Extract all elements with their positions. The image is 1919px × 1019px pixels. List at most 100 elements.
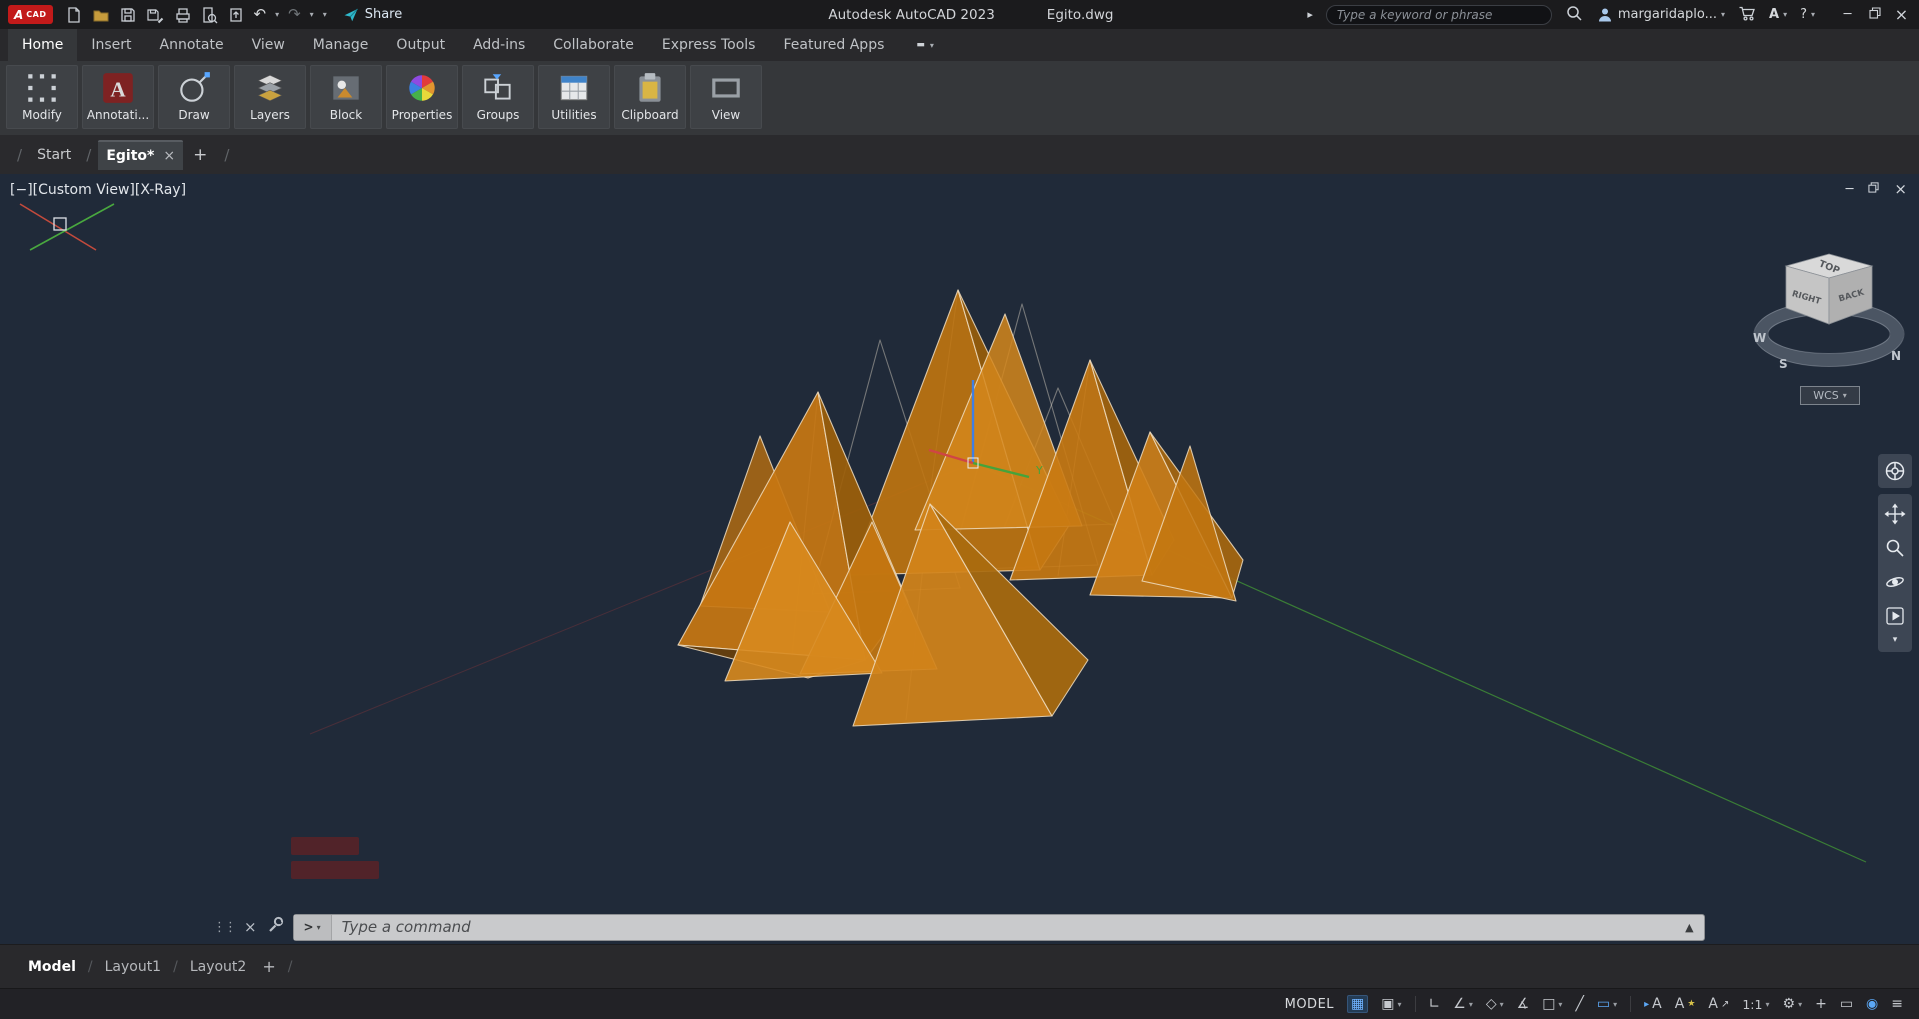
compass-west[interactable]: W <box>1753 331 1766 345</box>
tab-featured-apps[interactable]: Featured Apps <box>769 29 898 61</box>
layout-tab-layout2[interactable]: Layout2 <box>190 959 247 975</box>
panel-annotation[interactable]: A Annotati... <box>82 65 154 129</box>
polar-tracking-toggle[interactable]: ∠▾ <box>1453 996 1473 1012</box>
new-layout-button[interactable]: + <box>262 957 275 976</box>
orbit-button[interactable] <box>1878 565 1912 599</box>
navigation-wheel-button[interactable] <box>1878 454 1912 488</box>
annotation-visibility-toggle[interactable]: ▸A <box>1644 996 1662 1012</box>
user-account-menu[interactable]: margaridaplo... ▾ <box>1596 6 1725 24</box>
showmotion-button[interactable] <box>1878 599 1912 633</box>
search-button[interactable] <box>1565 4 1583 26</box>
publish-button[interactable] <box>227 6 245 24</box>
minimize-button[interactable]: ─ <box>1834 7 1861 22</box>
tab-annotate[interactable]: Annotate <box>146 29 238 61</box>
annotation-scale-button[interactable]: 1:1▾ <box>1742 997 1769 1012</box>
tab-manage[interactable]: Manage <box>299 29 383 61</box>
open-button[interactable] <box>92 6 110 24</box>
panel-layers[interactable]: Layers <box>234 65 306 129</box>
tab-view[interactable]: View <box>238 29 299 61</box>
object-snap-toggle[interactable]: □▾ <box>1542 996 1562 1012</box>
help-menu[interactable]: ? ▾ <box>1800 7 1815 22</box>
layout-tab-layout1[interactable]: Layout1 <box>105 959 162 975</box>
wcs-dropdown[interactable]: WCS ▾ <box>1800 386 1860 405</box>
visual-style-control-menu[interactable]: [X-Ray] <box>135 182 186 198</box>
model-viewport[interactable]: Y W S N TOP RIGHT BACK [−] [Custom View] <box>0 174 1919 944</box>
selection-cycling-toggle[interactable]: ▭▾ <box>1597 996 1617 1012</box>
search-box[interactable] <box>1326 5 1552 25</box>
annotation-autoscale-toggle[interactable]: A★ <box>1675 996 1696 1012</box>
share-button[interactable]: Share <box>343 7 403 23</box>
layout-tab-model[interactable]: Model <box>28 959 76 975</box>
customization-menu-button[interactable]: ≡ <box>1891 996 1903 1012</box>
tab-collaborate[interactable]: Collaborate <box>539 29 648 61</box>
isolate-icon: ▭ <box>1840 996 1853 1012</box>
command-prompt-button[interactable]: > ▾ <box>294 915 332 940</box>
viewport-control-menu[interactable]: [−] <box>10 182 33 198</box>
compass-north[interactable]: N <box>1891 349 1901 363</box>
plot-button[interactable] <box>173 6 191 24</box>
viewport-minimize-icon[interactable]: ─ <box>1846 182 1854 197</box>
qat-customize-caret[interactable]: ▾ <box>323 10 327 19</box>
command-dock-grip[interactable]: ⋮⋮ <box>213 920 235 935</box>
ribbon-display-toggle[interactable]: ▬ ▾ <box>916 29 934 61</box>
tab-insert[interactable]: Insert <box>77 29 145 61</box>
zoom-button[interactable] <box>1878 531 1912 565</box>
redo-button[interactable]: ↷ <box>288 7 301 22</box>
annotation-add-button[interactable]: + <box>1815 996 1827 1012</box>
navbar-more-caret[interactable]: ▾ <box>1893 633 1898 649</box>
compass-south[interactable]: S <box>1779 357 1788 371</box>
undo-button[interactable]: ↶ <box>254 7 267 22</box>
autodesk-app-menu[interactable]: A ▾ <box>1769 7 1787 22</box>
pan-button[interactable] <box>1878 497 1912 531</box>
panel-properties[interactable]: Properties <box>386 65 458 129</box>
viewcube[interactable]: W S N TOP RIGHT BACK <box>1753 254 1904 371</box>
new-drawing-tab-button[interactable]: + <box>193 145 207 165</box>
panel-groups[interactable]: Groups <box>462 65 534 129</box>
workspace-switching-button[interactable]: ⚙▾ <box>1783 996 1803 1012</box>
ortho-mode-toggle[interactable]: ∟ <box>1429 996 1441 1012</box>
isolate-objects-button[interactable]: ▭ <box>1840 996 1853 1012</box>
panel-clipboard[interactable]: Clipboard <box>614 65 686 129</box>
graphics-performance-button[interactable]: ◉ <box>1866 996 1878 1012</box>
tab-express-tools[interactable]: Express Tools <box>648 29 770 61</box>
snap-mode-toggle[interactable]: ▣▾ <box>1381 996 1401 1012</box>
file-tab-start[interactable]: Start <box>29 147 79 163</box>
save-button[interactable] <box>119 6 137 24</box>
lineweight-toggle[interactable]: ╱ <box>1575 996 1583 1012</box>
panel-block[interactable]: Block <box>310 65 382 129</box>
command-customize-button[interactable] <box>266 916 284 938</box>
command-close-icon[interactable]: × <box>244 918 257 936</box>
tab-home[interactable]: Home <box>8 29 77 61</box>
file-tab-egito[interactable]: Egito* × <box>98 140 183 170</box>
search-input[interactable] <box>1337 8 1541 22</box>
command-input[interactable]: Type a command <box>342 918 1686 936</box>
command-history-arrow[interactable]: ▲ <box>1685 921 1693 934</box>
save-as-button[interactable] <box>146 6 164 24</box>
viewport-restore-icon[interactable] <box>1868 182 1879 197</box>
autocad-logo[interactable]: A CAD <box>8 5 53 24</box>
store-cart-button[interactable] <box>1738 4 1756 26</box>
panel-utilities[interactable]: Utilities <box>538 65 610 129</box>
command-line[interactable]: > ▾ Type a command ▲ <box>293 914 1705 941</box>
tab-add-ins[interactable]: Add-ins <box>459 29 539 61</box>
close-button[interactable]: × <box>1888 5 1915 24</box>
redo-caret[interactable]: ▾ <box>310 10 314 19</box>
new-file-button[interactable] <box>65 6 83 24</box>
panel-view[interactable]: View <box>690 65 762 129</box>
model-space-toggle[interactable]: MODEL <box>1285 997 1334 1012</box>
file-tab-close-icon[interactable]: × <box>163 148 175 164</box>
search-expand-arrow[interactable]: ▸ <box>1307 8 1313 21</box>
panel-modify[interactable]: Modify <box>6 65 78 129</box>
view-control-menu[interactable]: [Custom View] <box>33 182 135 198</box>
restore-button[interactable] <box>1861 7 1888 23</box>
undo-caret[interactable]: ▾ <box>275 10 279 19</box>
viewport-close-icon[interactable]: × <box>1894 180 1907 198</box>
drawing-canvas[interactable]: Y W S N TOP RIGHT BACK <box>0 174 1919 944</box>
tab-output[interactable]: Output <box>382 29 459 61</box>
object-snap-tracking-toggle[interactable]: ∡ <box>1517 996 1530 1012</box>
plot-preview-button[interactable] <box>200 6 218 24</box>
annotation-monitor-toggle[interactable]: A↗ <box>1708 996 1729 1012</box>
isometric-drafting-toggle[interactable]: ◇▾ <box>1486 996 1504 1012</box>
panel-draw[interactable]: Draw <box>158 65 230 129</box>
grid-display-toggle[interactable]: ▦ <box>1347 995 1368 1013</box>
